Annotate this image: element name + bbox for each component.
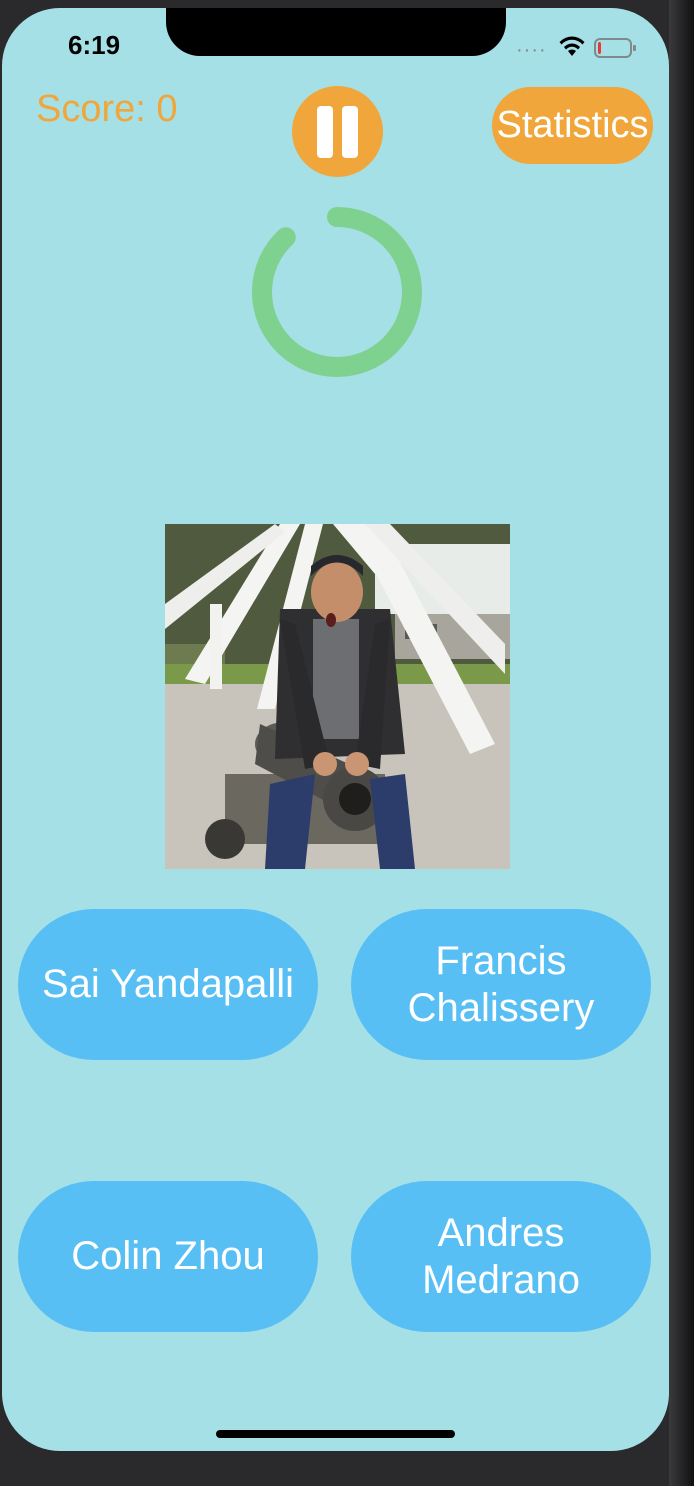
answer-button-2[interactable]: Francis Chalissery	[351, 909, 651, 1060]
cellular-signal-icon: ····	[516, 39, 547, 61]
answer-label: Colin Zhou	[71, 1234, 265, 1278]
countdown-timer	[252, 207, 422, 377]
status-indicators: ····	[516, 34, 636, 64]
answer-label: Andres Medrano	[422, 1210, 580, 1302]
device-bezel	[669, 0, 694, 1486]
person-photo	[165, 524, 510, 869]
status-time: 6:19	[68, 30, 121, 60]
timer-progress-ring	[252, 207, 422, 377]
app-screen: 6:19 ···· Score: 0 Statistics Sai Yandap…	[2, 8, 669, 1451]
answer-label: Sai Yandapalli	[41, 962, 295, 1006]
answer-button-3[interactable]: Colin Zhou	[18, 1181, 318, 1332]
statistics-button[interactable]: Statistics	[492, 87, 653, 164]
answer-label: Francis Chalissery	[407, 938, 595, 1030]
device-notch	[166, 8, 506, 56]
battery-icon	[594, 38, 636, 58]
pause-button[interactable]	[292, 86, 383, 177]
score-label: Score: 0	[36, 88, 178, 130]
wifi-icon	[559, 36, 585, 56]
answer-button-4[interactable]: Andres Medrano	[351, 1181, 651, 1332]
home-indicator[interactable]	[216, 1430, 455, 1438]
answer-button-1[interactable]: Sai Yandapalli	[18, 909, 318, 1060]
